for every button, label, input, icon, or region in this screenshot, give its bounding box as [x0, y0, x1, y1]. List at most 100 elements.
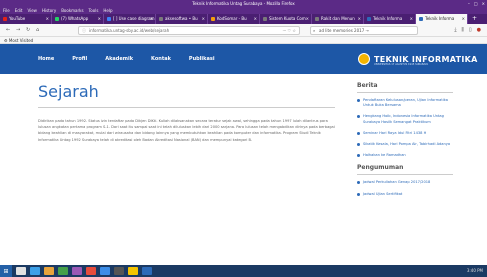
- tab-close-icon[interactable]: ×: [98, 14, 101, 24]
- tab-close-icon[interactable]: ×: [358, 14, 361, 24]
- gear-icon: ⚙: [4, 38, 8, 43]
- tab-favicon-icon: [419, 17, 423, 21]
- tab-label: Teknik Informa: [373, 16, 403, 21]
- sidebar-news-link[interactable]: Pendaftaran Kelulusan/peran, Ujian Infor…: [363, 98, 453, 108]
- page-actions-icon[interactable]: ··· ♡ ☆: [282, 27, 296, 35]
- sidebar-news-item[interactable]: Seminar Hari Raya Idul Fitri 1438 H: [357, 131, 453, 136]
- close-icon[interactable]: ×: [482, 0, 485, 7]
- tab-favicon-icon: [211, 17, 215, 21]
- browser-tab[interactable]: KodSomar - Bu ×: [208, 14, 260, 24]
- taskbar-app-icon[interactable]: [72, 267, 82, 275]
- browser-tab[interactable]: (7) WhatsApp ×: [52, 14, 104, 24]
- taskbar-app-icon[interactable]: [16, 267, 26, 275]
- browser-tab[interactable]: [ ] Use case diagram ×: [104, 14, 156, 24]
- menu-tools[interactable]: Tools: [89, 7, 99, 14]
- sidebar-news-item[interactable]: Jadwal Ujian Sertifikat: [357, 192, 453, 197]
- sidebar-news-item[interactable]: Halhakan ke Ramadhan: [357, 153, 453, 158]
- tab-favicon-icon: [159, 17, 163, 21]
- menu-bookmarks[interactable]: Bookmarks: [61, 7, 83, 14]
- taskbar-app-icon[interactable]: [114, 267, 124, 275]
- tab-close-icon[interactable]: ×: [410, 14, 413, 24]
- sidebar-news-link[interactable]: Hengkang Hoib, Indonesia Informatika Unt…: [363, 114, 453, 124]
- tab-close-icon[interactable]: ×: [202, 14, 205, 24]
- bullet-icon: [357, 131, 360, 135]
- bullet-icon: [357, 154, 360, 158]
- sidebar-news-link[interactable]: Jadwal Perkuliahan Genap 2017/2018: [363, 180, 430, 185]
- menu-file[interactable]: File: [3, 7, 10, 14]
- sidebar-news-link[interactable]: Seminar Hari Raya Idul Fitri 1438 H: [363, 131, 426, 136]
- library-icon[interactable]: ⫼: [462, 27, 464, 33]
- tab-favicon-icon: [263, 17, 267, 21]
- sidebar-news-item[interactable]: Pendaftaran Kelulusan/peran, Ujian Infor…: [357, 98, 453, 108]
- extension-icon[interactable]: ●: [477, 27, 481, 33]
- system-clock: 3:40 PM: [466, 268, 483, 273]
- divider: [38, 107, 335, 108]
- menu-edit[interactable]: Edit: [15, 7, 23, 14]
- tab-favicon-icon: [55, 17, 59, 21]
- new-tab-icon[interactable]: +: [468, 14, 481, 24]
- tab-close-icon[interactable]: ×: [306, 14, 309, 24]
- tab-label: Teknik Informa: [425, 16, 455, 21]
- window-title: Teknik Informatika Untag Surabaya - Mozi…: [192, 1, 295, 6]
- sidebar-news-item[interactable]: Jadwal Perkuliahan Genap 2017/2018: [357, 180, 453, 185]
- browser-tab[interactable]: YouTube ×: [0, 14, 52, 24]
- tab-favicon-icon: [3, 17, 7, 21]
- menu-history[interactable]: History: [42, 7, 56, 14]
- tab-close-icon[interactable]: ×: [462, 14, 465, 24]
- site-brand[interactable]: TEKNIK INFORMATIKA UNIVERSITAS 17 AGUSTU…: [358, 51, 478, 67]
- tab-close-icon[interactable]: ×: [150, 14, 153, 24]
- sidebar-news-link[interactable]: Jadwal Ujian Sertifikat: [363, 192, 402, 197]
- taskbar-app-icon[interactable]: [128, 267, 138, 275]
- start-button[interactable]: ⊞: [0, 265, 12, 277]
- sidebar-news-item[interactable]: Sikatik Kesala, Hari Pompa Air, Tabirhad…: [357, 142, 453, 147]
- home-icon[interactable]: ⌂: [36, 27, 39, 33]
- back-icon[interactable]: ←: [6, 27, 10, 33]
- forward-icon[interactable]: →: [16, 27, 20, 33]
- tab-label: (7) WhatsApp: [61, 16, 89, 21]
- search-text: ad lite memories 2017 →: [319, 28, 369, 33]
- bullet-icon: [357, 192, 360, 196]
- tab-label: [ ] Use case diagram: [113, 16, 155, 21]
- site-nav-akademik[interactable]: Akademik: [105, 56, 133, 62]
- bookmark-most-visited[interactable]: Most Visited: [9, 38, 33, 43]
- toolbar-icons: ⤓ ⫼ ▯ ●: [454, 27, 481, 33]
- menu-help[interactable]: Help: [103, 7, 112, 14]
- pengumuman-list: Jadwal Perkuliahan Genap 2017/2018 Jadwal…: [357, 180, 453, 196]
- browser-tab[interactable]: Rakit dan Menun ×: [312, 14, 364, 24]
- tab-favicon-icon: [315, 17, 319, 21]
- minimize-icon[interactable]: –: [468, 0, 470, 7]
- info-icon[interactable]: ⓘ: [82, 27, 86, 35]
- download-icon[interactable]: ⤓: [454, 27, 456, 33]
- taskbar-app-icon[interactable]: [44, 267, 54, 275]
- tab-close-icon[interactable]: ×: [254, 14, 257, 24]
- tab-label: Rakit dan Menun: [321, 16, 355, 21]
- taskbar-app-icon[interactable]: [58, 267, 68, 275]
- site-nav-kontak[interactable]: Kontak: [151, 56, 171, 62]
- browser-tab[interactable]: Sistem Kuota Com ×: [260, 14, 312, 24]
- site-nav-profil[interactable]: Profil: [72, 56, 87, 62]
- taskbar-app-icon[interactable]: [100, 267, 110, 275]
- tab-bar: YouTube × (7) WhatsApp ×[ ] Use case diagra…: [0, 14, 487, 24]
- menu-view[interactable]: View: [27, 7, 37, 14]
- sidebar-news-link[interactable]: Sikatik Kesala, Hari Pompa Air, Tabirhad…: [363, 142, 450, 147]
- sidebar-news-item[interactable]: Hengkang Hoib, Indonesia Informatika Unt…: [357, 114, 453, 124]
- sidebar-news-link[interactable]: Halhakan ke Ramadhan: [363, 153, 406, 158]
- url-bar[interactable]: ⓘ informatika.untag-sby.ac.id/web/sejara…: [78, 26, 300, 35]
- taskbar-app-icon[interactable]: [30, 267, 40, 275]
- browser-tab[interactable]: Teknik Informa ×: [416, 14, 468, 24]
- taskbar-app-icon[interactable]: [142, 267, 152, 275]
- taskbar-app-icon[interactable]: [86, 267, 96, 275]
- sidebar-icon[interactable]: ▯: [469, 27, 472, 33]
- site-nav-publikasi[interactable]: Publikasi: [189, 56, 215, 62]
- sidebar: Berita Pendaftaran Kelulusan/peran, Ujia…: [357, 82, 453, 203]
- browser-tab[interactable]: Teknik Informa ×: [364, 14, 416, 24]
- reload-icon[interactable]: ↻: [26, 27, 30, 33]
- window-controls: – □ ×: [468, 0, 485, 7]
- site-nav-home[interactable]: Home: [38, 56, 54, 62]
- window-titlebar: Teknik Informatika Untag Surabaya - Mozi…: [0, 0, 487, 7]
- browser-tab[interactable]: aksesoftwa • Bu ×: [156, 14, 208, 24]
- maximize-icon[interactable]: □: [474, 0, 478, 7]
- search-bar[interactable]: ⌕ ad lite memories 2017 →: [310, 26, 418, 35]
- bullet-icon: [357, 143, 360, 147]
- tab-close-icon[interactable]: ×: [46, 14, 49, 24]
